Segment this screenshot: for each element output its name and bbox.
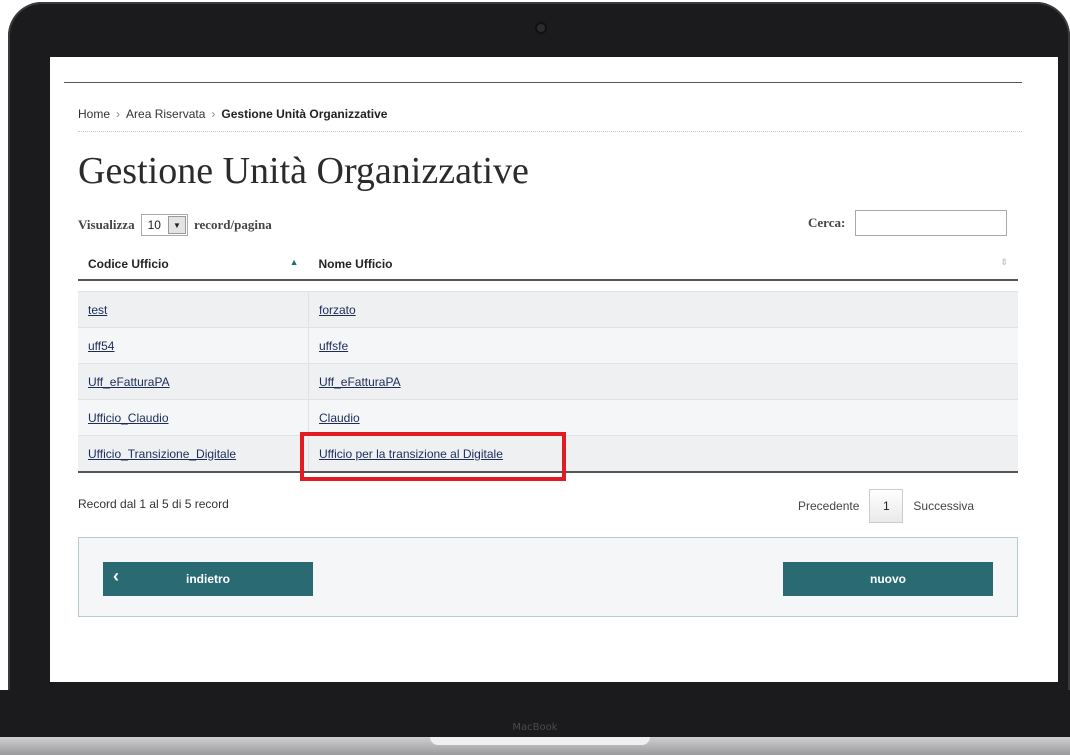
nome-link[interactable]: Uff_eFatturaPA	[319, 375, 401, 389]
sort-both-icon: ⇕	[1000, 257, 1008, 267]
laptop-brand: MacBook	[512, 722, 558, 733]
breadcrumb-home[interactable]: Home	[78, 107, 110, 121]
breadcrumb-separator-icon: ›	[211, 107, 216, 121]
breadcrumb-divider	[78, 131, 1022, 132]
column-header-nome-ufficio[interactable]: Nome Ufficio ⇕	[308, 249, 1018, 281]
actions-bar: ‹ indietro nuovo	[78, 537, 1018, 617]
camera-icon	[537, 24, 545, 32]
header-divider	[64, 82, 1022, 83]
page-title: Gestione Unità Organizzative	[78, 150, 529, 192]
length-prefix-label: Visualizza	[78, 217, 135, 232]
column-header-label: Nome Ufficio	[318, 257, 393, 271]
codice-link[interactable]: test	[88, 303, 107, 317]
cell-codice: Ufficio_Transizione_Digitale	[78, 435, 309, 473]
search-label: Cerca:	[808, 215, 846, 230]
pagination: Precedente 1 Successiva	[788, 489, 984, 523]
cell-nome: Uff_eFatturaPA	[308, 363, 1018, 400]
breadcrumb: Home › Area Riservata › Gestione Unità O…	[78, 107, 387, 121]
sort-ascending-icon: ▲	[289, 257, 299, 267]
laptop-notch	[430, 737, 650, 745]
table-row: Ufficio_Claudio Claudio	[78, 399, 1018, 436]
new-button-label: nuovo	[870, 572, 906, 586]
column-header-codice-ufficio[interactable]: Codice Ufficio ▲	[78, 249, 309, 281]
highlight-box	[300, 432, 566, 481]
nome-link[interactable]: forzato	[319, 303, 356, 317]
back-button[interactable]: ‹ indietro	[103, 562, 313, 596]
search-input[interactable]	[855, 210, 1008, 236]
table-header-row: Codice Ufficio ▲ Nome Ufficio ⇕	[78, 249, 1018, 281]
table-row: Uff_eFatturaPA Uff_eFatturaPA	[78, 363, 1018, 400]
next-page-button[interactable]: Successiva	[903, 499, 984, 513]
search-control: Cerca:	[808, 210, 1008, 236]
page-number-button[interactable]: 1	[869, 489, 904, 523]
laptop-frame: MacBook Home › Area Riservata › Gestione…	[0, 0, 1070, 755]
screen: Home › Area Riservata › Gestione Unità O…	[50, 57, 1058, 682]
nome-link[interactable]: uffsfe	[319, 339, 348, 353]
column-header-label: Codice Ufficio	[88, 257, 169, 271]
previous-page-button[interactable]: Precedente	[788, 499, 869, 513]
dropdown-arrow-icon: ▼	[167, 216, 186, 234]
cell-nome: uffsfe	[308, 327, 1018, 364]
codice-link[interactable]: Ufficio_Transizione_Digitale	[88, 447, 236, 461]
table-row: test forzato	[78, 291, 1018, 328]
length-suffix-label: record/pagina	[193, 217, 272, 232]
new-button[interactable]: nuovo	[783, 562, 993, 596]
table-spacer	[78, 280, 1018, 292]
records-per-page-select[interactable]: 10 ▼	[140, 214, 188, 236]
codice-link[interactable]: Ufficio_Claudio	[88, 411, 169, 425]
table-info: Record dal 1 al 5 di 5 record	[78, 497, 229, 511]
chevron-left-icon: ‹	[113, 566, 119, 586]
records-per-page-value: 10	[147, 218, 161, 232]
nome-link[interactable]: Claudio	[319, 411, 360, 425]
codice-link[interactable]: uff54	[88, 339, 114, 353]
cell-codice: test	[78, 291, 309, 328]
cell-codice: Uff_eFatturaPA	[78, 363, 309, 400]
table-row: uff54 uffsfe	[78, 327, 1018, 364]
breadcrumb-area-riservata[interactable]: Area Riservata	[126, 107, 205, 121]
breadcrumb-separator-icon: ›	[116, 107, 121, 121]
codice-link[interactable]: Uff_eFatturaPA	[88, 375, 170, 389]
cell-nome: Claudio	[308, 399, 1018, 436]
cell-codice: Ufficio_Claudio	[78, 399, 309, 436]
back-button-label: indietro	[186, 572, 230, 586]
cell-nome: forzato	[308, 291, 1018, 328]
page-length-control: Visualizza 10 ▼ record/pagina	[78, 214, 272, 236]
breadcrumb-current: Gestione Unità Organizzative	[221, 107, 388, 121]
cell-codice: uff54	[78, 327, 309, 364]
